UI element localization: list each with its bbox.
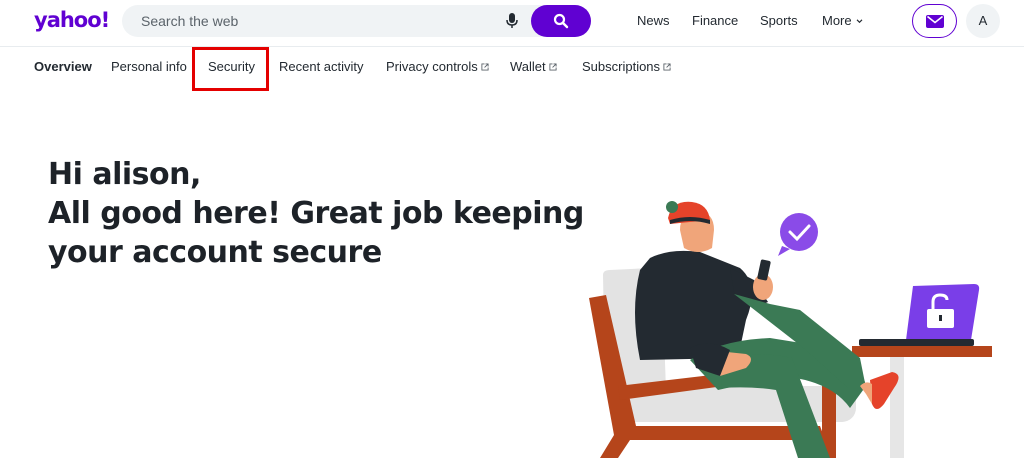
tab-privacy-controls[interactable]: Privacy controls: [386, 59, 489, 74]
hero-message-line1: All good here! Great job keeping: [48, 196, 584, 231]
mic-icon[interactable]: [506, 12, 518, 30]
chevron-down-icon: [856, 19, 863, 24]
top-bar: yahoo! Search the web News Finance Sport…: [0, 0, 1024, 46]
search-bar[interactable]: Search the web: [122, 5, 591, 37]
external-link-icon: [549, 63, 557, 71]
search-input[interactable]: Search the web: [141, 13, 238, 29]
search-icon: [553, 13, 569, 29]
checkmark-icon: [778, 213, 818, 256]
nav-finance[interactable]: Finance: [692, 13, 738, 28]
nav-news[interactable]: News: [637, 13, 670, 28]
search-button[interactable]: [531, 5, 591, 37]
tab-recent-activity[interactable]: Recent activity: [279, 59, 364, 74]
security-illustration: [589, 201, 992, 458]
yahoo-logo[interactable]: yahoo!: [34, 8, 110, 32]
avatar[interactable]: A: [966, 4, 1000, 38]
tab-wallet-label: Wallet: [510, 59, 546, 74]
nav-more-label: More: [822, 13, 852, 28]
mail-icon: [926, 15, 944, 28]
tab-privacy-controls-label: Privacy controls: [386, 59, 478, 74]
tab-subscriptions-label: Subscriptions: [582, 59, 661, 74]
nav-sports[interactable]: Sports: [760, 13, 798, 28]
mail-button[interactable]: [912, 4, 957, 38]
laptop: [859, 284, 980, 346]
tab-overview[interactable]: Overview: [34, 59, 92, 74]
tab-personal-info[interactable]: Personal info: [111, 59, 187, 74]
nav-more[interactable]: More: [822, 13, 863, 28]
external-link-icon: [481, 63, 489, 71]
hero-heading: Hi alison, All good here! Great job keep…: [48, 155, 588, 272]
tab-wallet[interactable]: Wallet: [510, 59, 557, 74]
hero-greeting: Hi alison,: [48, 157, 201, 192]
external-link-icon: [663, 63, 671, 71]
hero-message-line2: your account secure: [48, 235, 382, 270]
tab-subscriptions[interactable]: Subscriptions: [582, 59, 671, 74]
security-tab-highlight: [192, 47, 269, 91]
header-divider: [0, 46, 1024, 47]
